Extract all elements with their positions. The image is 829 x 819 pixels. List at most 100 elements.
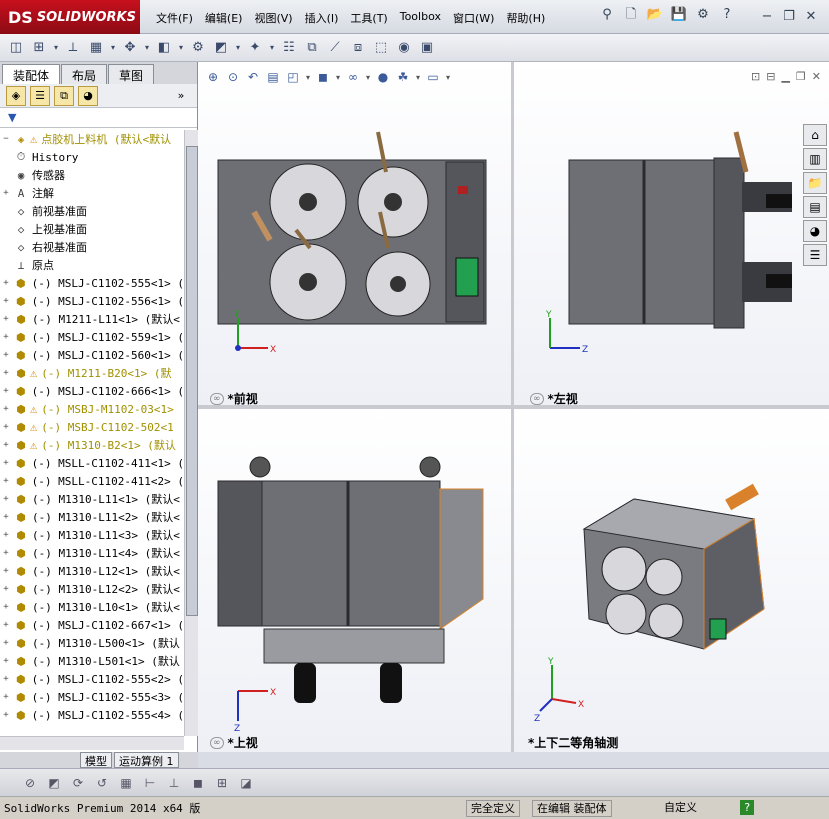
expand-toggle[interactable]: + bbox=[0, 368, 12, 378]
isometric-view-pane[interactable]: Y X Z *上下二等角轴测 bbox=[514, 409, 829, 752]
expand-toggle[interactable]: + bbox=[0, 440, 12, 450]
tree-item[interactable]: + ⬢ (-) M1310-L501<1> (默认 bbox=[0, 652, 184, 670]
edit-component-icon[interactable]: ◫ bbox=[6, 38, 26, 58]
tree-item[interactable]: + ⬢ (-) M1310-L12<2> (默认< bbox=[0, 580, 184, 598]
tree-item[interactable]: + ⬢ (-) M1310-L12<1> (默认< bbox=[0, 562, 184, 580]
tree-item[interactable]: + ⬢ (-) M1211-L11<1> (默认< bbox=[0, 310, 184, 328]
expand-toggle[interactable]: + bbox=[0, 494, 12, 504]
chevron-down-icon[interactable]: ▾ bbox=[52, 38, 60, 58]
close-icon[interactable]: ✕ bbox=[812, 70, 821, 83]
chevron-down-icon[interactable]: ▾ bbox=[109, 38, 117, 58]
tree-item[interactable]: + A 注解 bbox=[0, 184, 184, 202]
expand-toggle[interactable]: + bbox=[0, 314, 12, 324]
tree-item[interactable]: + ⬢ ⚠ (-) MSBJ-C1102-502<1 bbox=[0, 418, 184, 436]
tree-item[interactable]: ◇ 前视基准面 bbox=[0, 202, 184, 220]
tree-horizontal-scrollbar[interactable] bbox=[0, 736, 184, 750]
chevron-down-icon[interactable]: ▾ bbox=[364, 68, 372, 86]
expand-toggle[interactable]: + bbox=[0, 638, 12, 648]
custom-properties-icon[interactable]: ☰ bbox=[803, 244, 827, 266]
expand-toggle[interactable]: + bbox=[0, 674, 12, 684]
insert-component-icon[interactable]: ⊞ bbox=[29, 38, 49, 58]
single-view-icon[interactable]: ⊟ bbox=[766, 70, 775, 83]
edit-appearance-icon[interactable]: ● bbox=[374, 68, 392, 86]
view-palette-icon[interactable]: ▤ bbox=[803, 196, 827, 218]
home-icon[interactable]: ⌂ bbox=[803, 124, 827, 146]
tree-item[interactable]: + ⬢ (-) M1310-L11<2> (默认< bbox=[0, 508, 184, 526]
expand-toggle[interactable]: + bbox=[0, 710, 12, 720]
chevron-down-icon[interactable]: ▾ bbox=[304, 68, 312, 86]
menu-item[interactable]: 窗口(W) bbox=[447, 10, 500, 26]
pin-icon[interactable]: ⚲ bbox=[598, 6, 616, 24]
expand-toggle[interactable]: + bbox=[0, 584, 12, 594]
display-manager-icon[interactable]: ◕ bbox=[78, 85, 98, 106]
menu-item[interactable]: 编辑(E) bbox=[199, 10, 249, 26]
chevron-down-icon[interactable]: ▾ bbox=[444, 68, 452, 86]
filter-icon[interactable]: ▼ bbox=[8, 111, 16, 124]
tree-item[interactable]: + ⬢ ⚠ (-) M1211-B20<1> (默 bbox=[0, 364, 184, 382]
menu-item[interactable]: 工具(T) bbox=[344, 10, 393, 26]
clearance-verification-icon[interactable]: ⬚ bbox=[371, 38, 391, 58]
minimize-icon[interactable]: ▁ bbox=[781, 70, 789, 83]
tree-item[interactable]: + ⬢ (-) MSLJ-C1102-667<1> ( bbox=[0, 616, 184, 634]
tree-item[interactable]: + ⬢ (-) MSLJ-C1102-555<2> ( bbox=[0, 670, 184, 688]
menu-item[interactable]: Toolbox bbox=[394, 10, 447, 26]
expand-toggle[interactable]: + bbox=[0, 620, 12, 630]
view-settings-icon[interactable]: ▭ bbox=[424, 68, 442, 86]
expand-toggle[interactable]: + bbox=[0, 278, 12, 288]
mate-icon[interactable]: ⟂ bbox=[63, 38, 83, 58]
reference-geometry-icon[interactable]: ◩ bbox=[211, 38, 231, 58]
exploded-view-icon[interactable]: ⧉ bbox=[302, 38, 322, 58]
tree-item[interactable]: + ⬢ (-) M1310-L11<1> (默认< bbox=[0, 490, 184, 508]
tree-item[interactable]: + ⬢ (-) MSLJ-C1102-556<1> ( bbox=[0, 292, 184, 310]
tree-item[interactable]: + ⬢ (-) MSLJ-C1102-666<1> ( bbox=[0, 382, 184, 400]
chevron-down-icon[interactable]: ▾ bbox=[334, 68, 342, 86]
tree-item[interactable]: − ◈ ⚠ 点胶机上料机 (默认<默认 bbox=[0, 130, 184, 148]
dimension-icon[interactable]: ⊢ bbox=[140, 773, 160, 793]
chevron-down-icon[interactable]: ▾ bbox=[414, 68, 422, 86]
tab-layout[interactable]: 布局 bbox=[61, 64, 108, 84]
save-icon[interactable]: 💾 bbox=[670, 6, 688, 24]
tree-item[interactable]: + ⬢ (-) MSLJ-C1102-560<1> ( bbox=[0, 346, 184, 364]
expand-toggle[interactable]: + bbox=[0, 332, 12, 342]
expand-toggle[interactable]: + bbox=[0, 692, 12, 702]
tree-item[interactable]: + ⬢ ⚠ (-) M1310-B2<1> (默认 bbox=[0, 436, 184, 454]
tree-item[interactable]: + ⬢ (-) M1310-L10<1> (默认< bbox=[0, 598, 184, 616]
previous-view-icon[interactable]: ↶ bbox=[244, 68, 262, 86]
open-icon[interactable]: 📂 bbox=[646, 6, 664, 24]
tree-item[interactable]: + ⬢ (-) MSLL-C1102-411<1> ( bbox=[0, 454, 184, 472]
tree-item[interactable]: + ⬢ (-) MSLL-C1102-411<2> ( bbox=[0, 472, 184, 490]
rotate-icon[interactable]: ⟳ bbox=[68, 773, 88, 793]
close-icon[interactable]: ✕ bbox=[802, 8, 820, 26]
viewport-horizontal-splitter[interactable] bbox=[198, 405, 829, 409]
expand-toggle[interactable]: + bbox=[0, 476, 12, 486]
move-component-icon[interactable]: ✥ bbox=[120, 38, 140, 58]
property-manager-icon[interactable]: ☰ bbox=[30, 85, 50, 106]
instant3d-icon[interactable]: ▣ bbox=[417, 38, 437, 58]
minimize-icon[interactable]: − bbox=[758, 8, 776, 26]
options-icon[interactable]: ⚙ bbox=[694, 6, 712, 24]
tree-item[interactable]: + ⬢ (-) M1310-L11<4> (默认< bbox=[0, 544, 184, 562]
help-icon[interactable]: ? bbox=[718, 6, 736, 24]
menu-item[interactable]: 插入(I) bbox=[299, 10, 345, 26]
expand-toggle[interactable]: + bbox=[0, 530, 12, 540]
tree-item[interactable]: ◇ 上视基准面 bbox=[0, 220, 184, 238]
expand-toggle[interactable]: + bbox=[0, 548, 12, 558]
hide-show-items-icon[interactable]: ∞ bbox=[344, 68, 362, 86]
expand-toggle[interactable]: + bbox=[0, 404, 12, 414]
orientation-icon[interactable]: ◩ bbox=[44, 773, 64, 793]
expand-toggle[interactable]: + bbox=[0, 566, 12, 576]
pattern-icon[interactable]: ▦ bbox=[86, 38, 106, 58]
link-views-icon[interactable]: ⊡ bbox=[751, 70, 760, 83]
expand-panel-icon[interactable]: » bbox=[171, 86, 191, 106]
tree-item[interactable]: ⏱ History bbox=[0, 148, 184, 166]
tree-item[interactable]: + ⬢ (-) MSLJ-C1102-555<4> ( bbox=[0, 706, 184, 724]
design-library-icon[interactable]: ▥ bbox=[803, 148, 827, 170]
display-style-icon[interactable]: ◼ bbox=[314, 68, 332, 86]
tab-motion-study[interactable]: 运动算例 1 bbox=[114, 752, 179, 768]
lock-icon[interactable]: ⊘ bbox=[20, 773, 40, 793]
left-view-pane[interactable]: Z Y ∞ *左视 bbox=[514, 62, 829, 405]
configuration-manager-icon[interactable]: ⧉ bbox=[54, 85, 74, 106]
tree-item[interactable]: + ⬢ (-) MSLJ-C1102-559<1> ( bbox=[0, 328, 184, 346]
axes-icon[interactable]: ⊥ bbox=[164, 773, 184, 793]
tree-vertical-scrollbar[interactable] bbox=[184, 130, 198, 736]
